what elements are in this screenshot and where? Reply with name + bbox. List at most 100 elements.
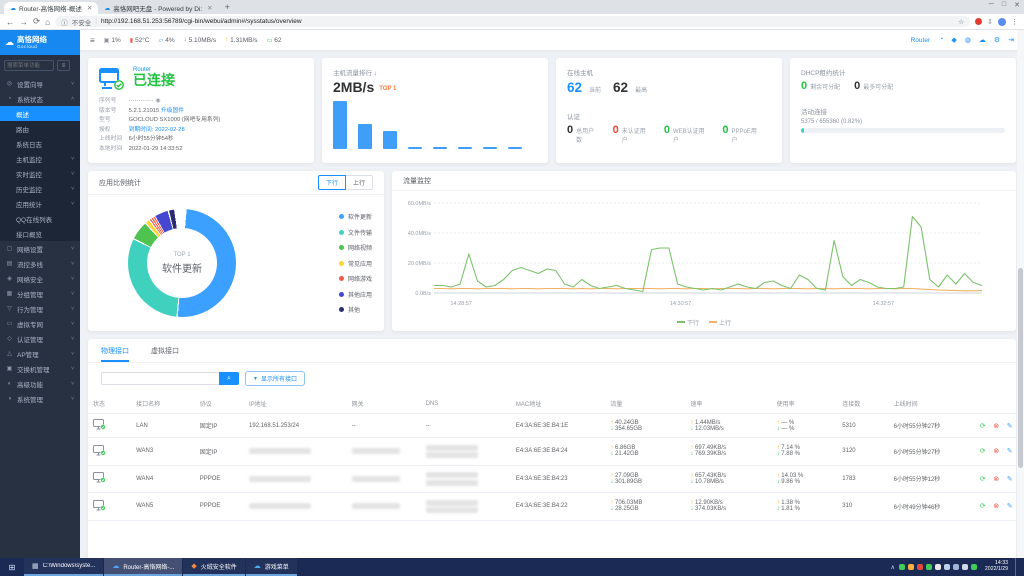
info-icon[interactable]: ⓘ [61,17,68,27]
tray-icon[interactable] [952,564,959,570]
tray-expand-icon[interactable]: ∧ [891,564,895,571]
taskbar-item[interactable]: ☁ Router-高恪网络-... [104,558,183,576]
legend-item-常见应用[interactable]: 常见应用 [338,259,372,268]
taskbar-item[interactable]: ☁ 游戏菜单 [245,558,297,576]
sidebar-item-流控多线[interactable]: ▤ 流控多线 ˅ [0,256,80,271]
tray-icon[interactable] [898,564,905,570]
sidebar-item-网络设置[interactable]: ▢ 网络设置 ˅ [0,241,80,256]
rank-bar[interactable] [383,130,397,149]
sidebar-item-交换机管理[interactable]: ▣ 交换机管理 ˅ [0,361,80,376]
globe-icon[interactable]: ◍ [965,36,971,44]
maximize-icon[interactable]: □ [1002,1,1006,9]
table-row[interactable]: WAN5 PPPOE E4:3A:6E:3E:B4:22 ↑ 706.03MB ↓… [88,492,1016,521]
legend-item-上行[interactable]: 上行 [709,318,731,327]
tray-icon[interactable] [961,564,968,570]
rank-bar[interactable] [458,147,472,149]
edit-interface-icon[interactable]: ✎ [1007,475,1013,483]
close-icon[interactable]: ✕ [1014,1,1020,9]
sidebar-item-认证管理[interactable]: ◇ 认证管理 ˅ [0,331,80,346]
sidebar-subitem-路由[interactable]: 路由 [0,121,80,136]
menu-search-input[interactable] [4,60,54,71]
sidebar-item-系统管理[interactable]: ◑ 系统管理 ˅ [0,391,80,406]
back-icon[interactable]: ← [6,17,15,27]
rank-bar[interactable] [483,147,497,149]
sidebar-subitem-应用统计[interactable]: 应用统计 ˅ [0,196,80,211]
sidebar-subitem-接口概览[interactable]: 接口概览 [0,226,80,241]
legend-item-软件更新[interactable]: 软件更新 [338,212,372,221]
tray-icon[interactable] [916,564,923,570]
show-desktop-button[interactable] [1015,558,1018,576]
table-row[interactable]: WAN4 PPPOE E4:3A:6E:3E:B4:23 ↑ 27.09GB ↓ … [88,465,1016,493]
sidebar-item-虚拟专网[interactable]: ▭ 虚拟专网 ˅ [0,316,80,331]
minimize-icon[interactable]: ─ [989,1,994,9]
tray-icon[interactable] [970,564,977,570]
refresh-interface-icon[interactable]: ⟳ [980,447,986,455]
page-scrollbar[interactable] [1017,30,1024,558]
refresh-interface-icon[interactable]: ⟳ [980,422,986,430]
message-icon[interactable]: ◆ [951,36,956,44]
taskbar-item[interactable]: ▦ C:\Windows\syste... [24,558,104,576]
stop-interface-icon[interactable]: ⊗ [993,447,999,455]
tab-physical-interfaces[interactable]: 物理接口 [101,339,129,362]
browser-tab-active[interactable]: ☁ Router-高恪网络-概述 ✕ [4,2,99,14]
home-icon[interactable]: ⌂ [45,17,50,27]
hamburger-icon[interactable]: ≡ [90,36,95,45]
stop-interface-icon[interactable]: ⊗ [993,422,999,430]
rank-bar[interactable] [408,146,422,149]
browser-tab-inactive[interactable]: ☁ 高恪网吧无盘 - Powered by Di: ✕ [98,2,218,14]
sidebar-item-行为管理[interactable]: ▽ 行为管理 ˅ [0,301,80,316]
rank-bar[interactable] [433,146,447,149]
edit-interface-icon[interactable]: ✎ [1007,422,1013,430]
legend-item-下行[interactable]: 下行 [676,318,699,327]
tray-icon[interactable] [907,564,914,570]
table-row[interactable]: WAN3 固定IP E4:3A:6E:3E:B4:24 ↑ 6.86GB ↓ 21… [88,437,1016,466]
sidebar-item-分组管理[interactable]: ▦ 分组管理 ˅ [0,286,80,301]
sidebar-subitem-系统日志[interactable]: 系统日志 [0,136,80,151]
sidebar-subitem-QQ在线列表[interactable]: QQ在线列表 [0,211,80,226]
table-row[interactable]: LAN 固定IP 192.168.51.253/24 -- -- E4:3A:6… [88,413,1016,438]
scrollbar-thumb[interactable] [1018,267,1023,469]
download-icon[interactable]: ⇩ [987,18,993,26]
sidebar-subitem-主机监控[interactable]: 主机监控 ˅ [0,151,80,166]
sidebar-subitem-实时监控[interactable]: 实时监控 ˅ [0,166,80,181]
rank-bar[interactable] [333,101,347,149]
rank-bar[interactable] [508,147,522,149]
logout-icon[interactable]: ⇥ [1008,36,1014,44]
sidebar-item-系统状态[interactable]: ◔ 系统状态 ˄ [0,91,80,106]
sidebar-item-AP管理[interactable]: △ AP管理 ˅ [0,346,80,361]
taskbar-item[interactable]: ◆ 火绒安全软件 [183,558,245,576]
interface-search-input[interactable] [101,372,219,385]
legend-item-其他[interactable]: 其他 [338,305,372,314]
sidebar-item-高级功能[interactable]: ◐ 高级功能 ˅ [0,376,80,391]
time-icon[interactable]: ◔ [939,36,943,44]
browser-menu-icon[interactable]: ⋮ [1011,18,1018,26]
edit-interface-icon[interactable]: ✎ [1007,447,1013,455]
new-tab-button[interactable]: + [225,2,230,12]
show-all-interfaces-button[interactable]: ▼ 显示所有接口 [245,371,305,386]
upstream-button[interactable]: 上行 [344,175,373,190]
rank-bar[interactable] [358,124,372,149]
legend-item-其他应用[interactable]: 其他应用 [338,290,372,299]
downstream-button[interactable]: 下行 [317,175,346,190]
forward-icon[interactable]: → [20,17,29,27]
start-button[interactable]: ⊞ [0,558,24,576]
refresh-interface-icon[interactable]: ⟳ [980,502,986,510]
extension-record-icon[interactable] [975,18,983,25]
stop-interface-icon[interactable]: ⊗ [993,475,999,483]
legend-item-网络游戏[interactable]: 网络游戏 [338,274,372,283]
taskbar-clock[interactable]: 14:33 2022/1/29 [985,560,1008,573]
upgrade-firmware-link[interactable]: 升级固件 [161,108,184,114]
reload-icon[interactable]: ⟳ [33,16,40,27]
menu-collapse-button[interactable]: ≡ [57,60,70,71]
tab-virtual-interfaces[interactable]: 虚拟接口 [151,339,179,362]
bookmark-star-icon[interactable]: ☆ [958,18,964,26]
sidebar-item-设置向导[interactable]: ◎ 设置向导 ˅ [0,76,80,91]
tray-icon[interactable] [934,564,941,570]
search-icon[interactable]: ⌕ [219,372,239,385]
cloud-icon[interactable]: ☁ [979,36,986,44]
tray-icon[interactable] [943,564,950,570]
address-bar[interactable]: ⓘ 不安全 | http://192.168.51.253:56789/cgi-… [55,16,971,27]
sidebar-subitem-概述[interactable]: 概述 [0,106,80,121]
legend-item-网络视频[interactable]: 网络视频 [338,243,372,252]
tab-close-icon[interactable]: ✕ [207,4,212,12]
